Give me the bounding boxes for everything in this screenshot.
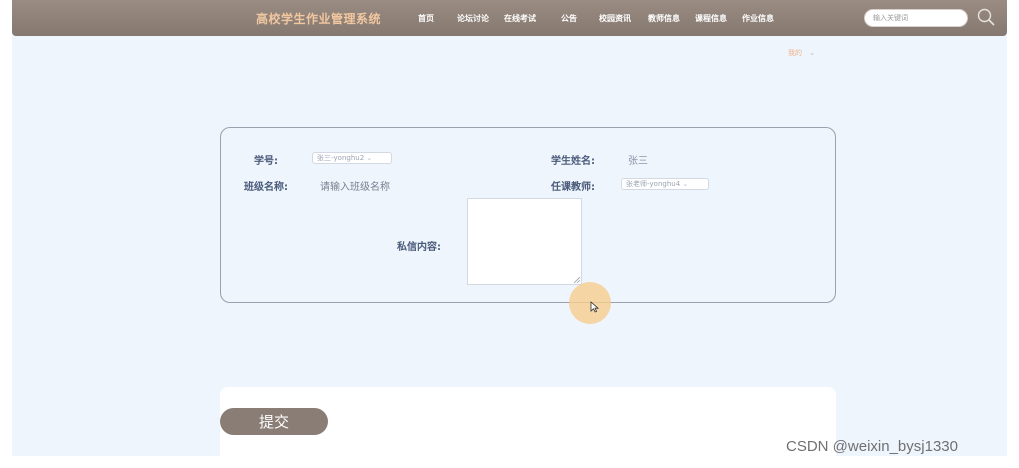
site-title[interactable]: 高校学生作业管理系统 [256, 10, 381, 27]
top-navbar: 高校学生作业管理系统 首页 论坛讨论 在线考试 公告 校园资讯 教师信息 课程信… [12, 0, 1007, 36]
nav-item-home[interactable]: 首页 [418, 13, 434, 24]
message-form: 学号: 张三-yonghu2 ⌄ 学生姓名: 张三 班级名称: 请输入班级名称 … [220, 127, 836, 303]
chevron-down-icon: ⌄ [682, 180, 689, 188]
student-no-select[interactable]: 张三-yonghu2 ⌄ [312, 152, 392, 164]
teacher-value: 张老师-yonghu4 [626, 180, 681, 188]
user-menu[interactable]: 我的 ⌄ [788, 48, 815, 58]
nav-item-notice[interactable]: 公告 [561, 13, 577, 24]
message-label: 私信内容: [397, 242, 441, 253]
nav-item-teachers[interactable]: 教师信息 [648, 13, 680, 24]
teacher-label: 任课教师: [551, 182, 595, 193]
cursor-arrow-icon [590, 301, 599, 313]
page: 高校学生作业管理系统 首页 论坛讨论 在线考试 公告 校园资讯 教师信息 课程信… [12, 0, 1007, 456]
nav-item-exam[interactable]: 在线考试 [504, 13, 536, 24]
student-no-label: 学号: [254, 156, 278, 167]
student-no-value: 张三-yonghu2 [317, 154, 365, 162]
submit-section: 提交 [220, 387, 836, 456]
class-name-input[interactable]: 请输入班级名称 [320, 178, 390, 193]
student-name-value: 张三 [628, 156, 648, 167]
chevron-down-icon: ⌄ [366, 154, 373, 162]
nav-item-homework[interactable]: 作业信息 [742, 13, 774, 24]
nav-item-courses[interactable]: 课程信息 [695, 13, 727, 24]
message-textarea[interactable] [467, 198, 582, 285]
watermark: CSDN @weixin_bysj1330 [786, 438, 958, 455]
resize-handle-icon[interactable] [574, 277, 580, 283]
submit-button[interactable]: 提交 [220, 408, 328, 435]
student-name-label: 学生姓名: [551, 156, 595, 167]
search-icon[interactable] [976, 7, 996, 27]
nav-item-forum[interactable]: 论坛讨论 [457, 13, 489, 24]
nav-item-news[interactable]: 校园资讯 [599, 13, 631, 24]
chevron-down-icon: ⌄ [809, 49, 816, 57]
class-name-label: 班级名称: [244, 182, 288, 193]
user-menu-label: 我的 [788, 49, 802, 57]
teacher-select[interactable]: 张老师-yonghu4 ⌄ [621, 178, 709, 190]
search-input[interactable]: 输入关键词 [864, 9, 968, 27]
